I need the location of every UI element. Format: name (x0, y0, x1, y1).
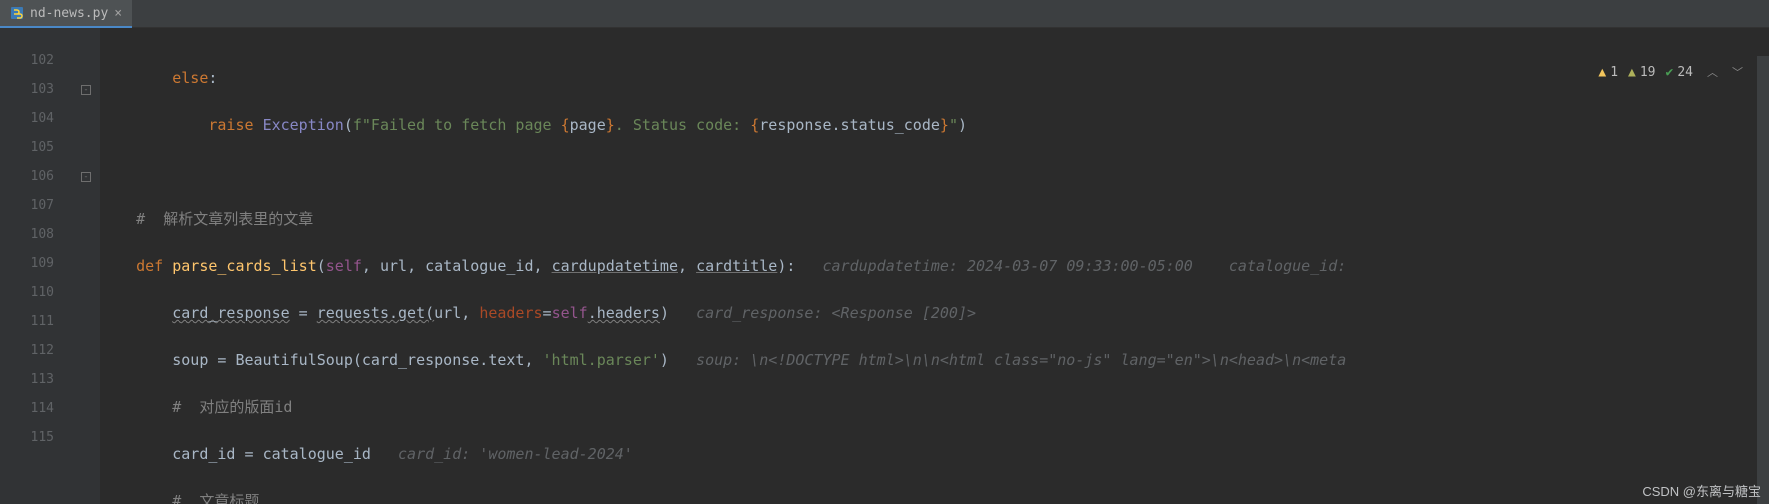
line-number[interactable]: 108 (0, 220, 72, 249)
keyword-def: def (136, 257, 163, 275)
warning-icon: ▲ (1598, 65, 1606, 80)
line-number[interactable]: 111 (0, 307, 72, 336)
variable: card_id (172, 445, 235, 463)
variable: soup (172, 351, 208, 369)
python-file-icon (10, 6, 24, 20)
variable: card_response (172, 304, 289, 322)
line-number[interactable]: 113 (0, 365, 72, 394)
comment: # 对应的版面id (172, 398, 292, 416)
line-number[interactable]: 104 (0, 104, 72, 133)
warning-indicator[interactable]: ▲1 (1598, 65, 1618, 80)
line-number[interactable]: 109 (0, 249, 72, 278)
line-number[interactable]: 103 (0, 75, 72, 104)
line-number[interactable]: 107 (0, 191, 72, 220)
check-icon: ✔ (1666, 65, 1674, 80)
chevron-down-icon[interactable]: ﹀ (1732, 64, 1743, 80)
line-number[interactable]: 114 (0, 394, 72, 423)
weak-warning-indicator[interactable]: ▲19 (1628, 65, 1655, 80)
line-number[interactable]: 105 (0, 133, 72, 162)
watermark: CSDN @东离与糖宝 (1642, 481, 1761, 500)
tab-filename: nd-news.py (30, 6, 108, 21)
tab-bar: nd-news.py × (0, 0, 1769, 28)
line-number[interactable]: 115 (0, 423, 72, 452)
fold-end-icon[interactable]: - (81, 85, 91, 95)
inline-hint: card_response: <Response [200]> (696, 304, 976, 322)
line-number[interactable]: 106 (0, 162, 72, 191)
exception-class: Exception (263, 116, 344, 134)
comment: # 解析文章列表里的文章 (136, 210, 313, 228)
vertical-scrollbar[interactable] (1757, 56, 1769, 504)
editor: 102 103 104 105 106 107 108 109 110 111 … (0, 28, 1769, 504)
line-numbers: 102 103 104 105 106 107 108 109 110 111 … (0, 28, 72, 504)
keyword-else: else (172, 69, 208, 87)
keyword-raise: raise (208, 116, 253, 134)
tab-close-icon[interactable]: × (114, 6, 122, 21)
fold-column: - - (72, 28, 100, 504)
inspection-summary[interactable]: ▲1 ▲19 ✔24 ︿ ﹀ (1594, 62, 1747, 82)
inline-hint: card_id: 'women-lead-2024' (398, 445, 633, 463)
fold-start-icon[interactable]: - (81, 172, 91, 182)
line-number[interactable]: 102 (0, 46, 72, 75)
file-tab[interactable]: nd-news.py × (0, 0, 132, 28)
function-name: parse_cards_list (172, 257, 317, 275)
line-number[interactable]: 110 (0, 278, 72, 307)
typo-indicator[interactable]: ✔24 (1666, 65, 1693, 80)
code-area[interactable]: else: raise Exception(f"Failed to fetch … (100, 28, 1769, 504)
chevron-up-icon[interactable]: ︿ (1707, 64, 1718, 80)
comment: # 文章标题 (172, 492, 259, 504)
weak-warning-icon: ▲ (1628, 65, 1636, 80)
inline-hint: cardupdatetime: 2024-03-07 09:33:00-05:0… (823, 257, 1347, 275)
inline-hint: soup: \n<!DOCTYPE html>\n\n<html class="… (696, 351, 1346, 369)
line-number[interactable]: 112 (0, 336, 72, 365)
